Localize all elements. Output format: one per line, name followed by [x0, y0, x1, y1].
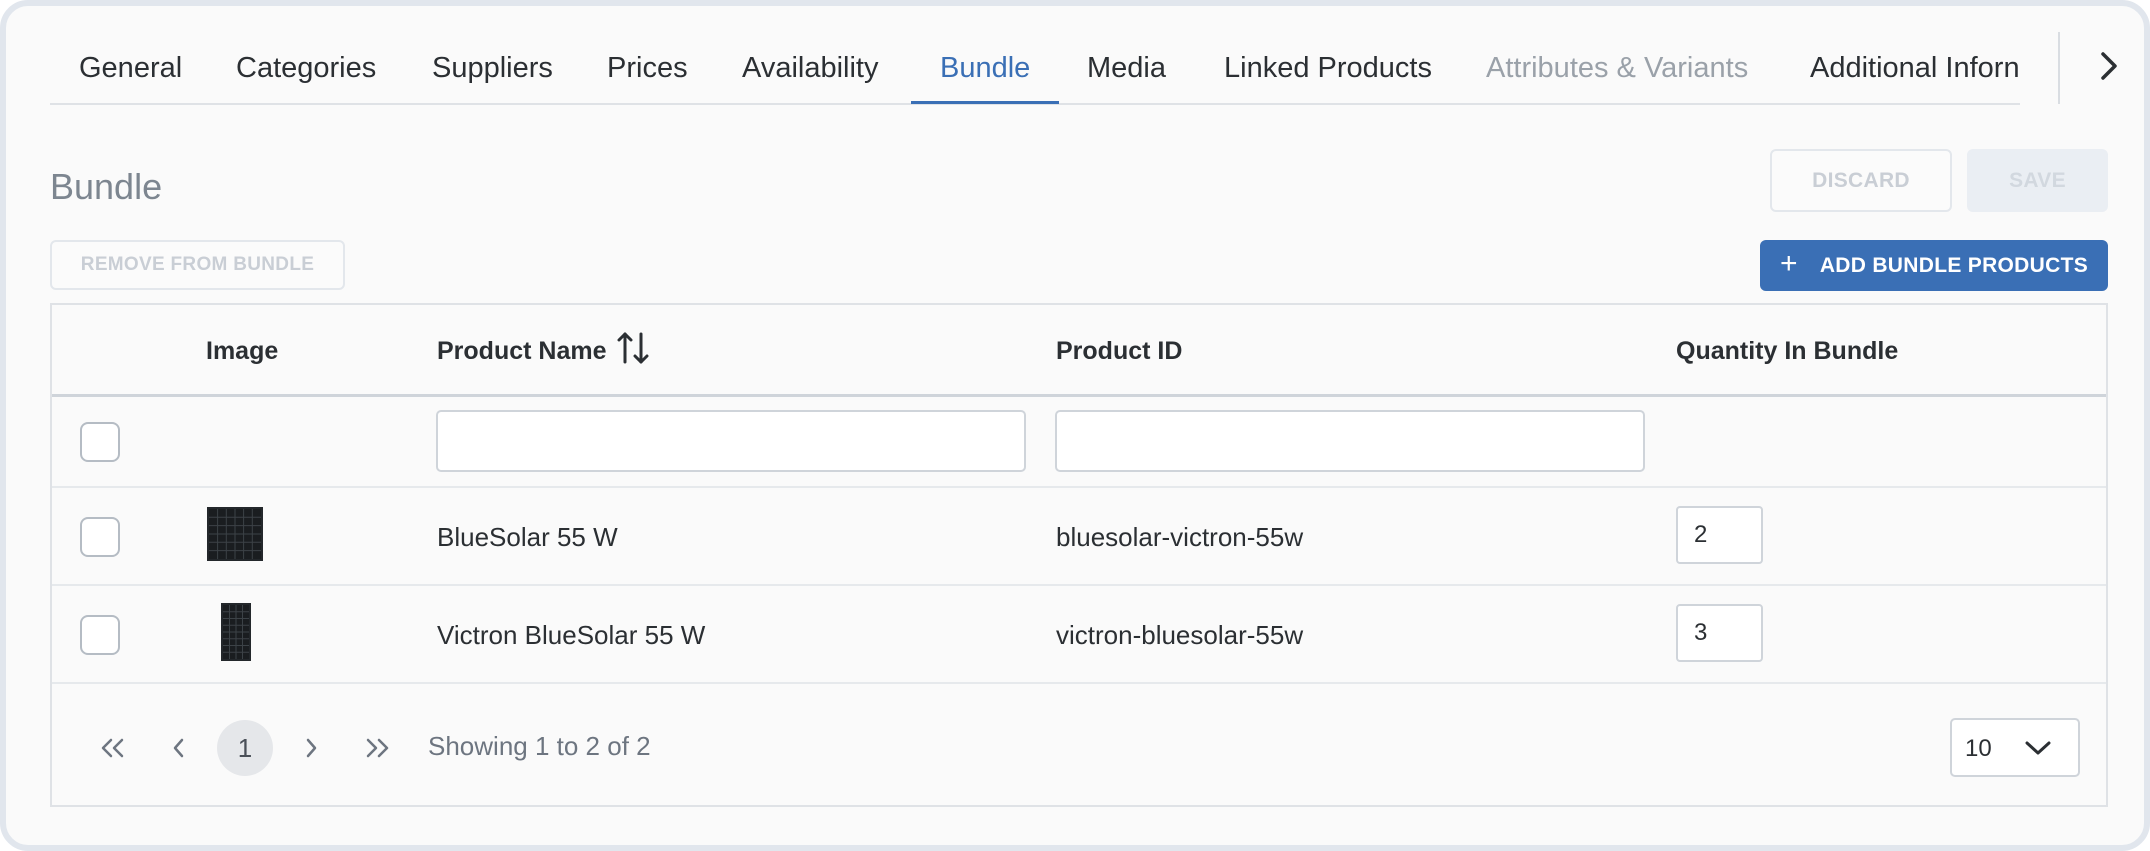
tab-suppliers[interactable]: Suppliers: [432, 6, 553, 105]
previous-page-button[interactable]: [151, 720, 207, 776]
chevron-down-icon: [2025, 741, 2051, 755]
page-size-select[interactable]: 10: [1950, 718, 2080, 777]
save-button[interactable]: SAVE: [1967, 149, 2108, 212]
app-frame: General Categories Suppliers Prices Avai…: [0, 0, 2150, 851]
bundle-table: Image Product Name Product ID Quantity I…: [50, 303, 2108, 807]
page-size-value: 10: [1965, 735, 1992, 762]
tab-availability[interactable]: Availability: [742, 6, 878, 105]
remove-from-bundle-button[interactable]: REMOVE FROM BUNDLE: [50, 240, 345, 290]
discard-button[interactable]: DISCARD: [1770, 149, 1952, 212]
column-header-quantity: Quantity In Bundle: [1676, 337, 1899, 365]
product-name-cell: Victron BlueSolar 55 W: [437, 620, 706, 650]
product-name-filter-input[interactable]: [436, 410, 1026, 472]
chevron-left-icon: [173, 738, 184, 758]
solar-panel-image: [207, 507, 263, 561]
product-id-filter-input[interactable]: [1055, 410, 1645, 472]
double-chevron-right-icon: [366, 738, 389, 758]
filter-row: [52, 397, 2106, 488]
row-checkbox[interactable]: [80, 517, 120, 557]
tab-linked-products[interactable]: Linked Products: [1224, 6, 1432, 105]
chevron-right-icon: [306, 738, 317, 758]
solar-panel-image: [221, 603, 251, 661]
tab-list: General Categories Suppliers Prices Avai…: [50, 6, 2020, 105]
page-title: Bundle: [50, 166, 163, 207]
tab-additional-information[interactable]: Additional Inforn: [1810, 6, 2020, 105]
product-name-cell: BlueSolar 55 W: [437, 522, 618, 552]
tab-categories[interactable]: Categories: [236, 6, 376, 105]
tab-bar: General Categories Suppliers Prices Avai…: [50, 6, 2117, 105]
table-header: Image Product Name Product ID Quantity I…: [52, 305, 2106, 397]
add-bundle-products-button[interactable]: + ADD BUNDLE PRODUCTS: [1760, 240, 2108, 291]
double-chevron-left-icon: [101, 738, 124, 758]
page-number-button[interactable]: 1: [217, 720, 273, 776]
tab-general[interactable]: General: [79, 6, 182, 105]
active-tab-indicator: [911, 101, 1059, 104]
quantity-input[interactable]: [1676, 506, 1763, 564]
sort-icon[interactable]: [616, 330, 650, 366]
tab-attributes-variants: Attributes & Variants: [1486, 52, 1749, 84]
add-bundle-products-label: ADD BUNDLE PRODUCTS: [1819, 253, 2089, 277]
tab-media[interactable]: Media: [1087, 6, 1166, 105]
column-header-product-name[interactable]: Product Name: [437, 305, 606, 397]
select-all-checkbox[interactable]: [80, 422, 120, 462]
tab-scroll-divider: [2058, 32, 2060, 104]
table-row: BlueSolar 55 W bluesolar-victron-55w: [52, 488, 2106, 586]
table-row: Victron BlueSolar 55 W victron-bluesolar…: [52, 586, 2106, 684]
pagination-bar: 1 Showing 1 to 2 of 2 10: [52, 686, 2106, 807]
product-id-cell: bluesolar-victron-55w: [1056, 522, 1304, 552]
quantity-input[interactable]: [1676, 604, 1763, 662]
column-header-image: Image: [206, 337, 279, 365]
pagination-summary: Showing 1 to 2 of 2: [428, 731, 651, 761]
row-checkbox[interactable]: [80, 615, 120, 655]
tab-bundle[interactable]: Bundle: [940, 6, 1030, 105]
chevron-right-icon[interactable]: [2094, 46, 2124, 86]
tab-prices[interactable]: Prices: [607, 6, 688, 105]
next-page-button[interactable]: [283, 720, 339, 776]
column-header-product-id: Product ID: [1056, 337, 1183, 365]
first-page-button[interactable]: [85, 720, 141, 776]
last-page-button[interactable]: [349, 720, 405, 776]
product-id-cell: victron-bluesolar-55w: [1056, 620, 1304, 650]
plus-icon: +: [1779, 247, 1798, 280]
